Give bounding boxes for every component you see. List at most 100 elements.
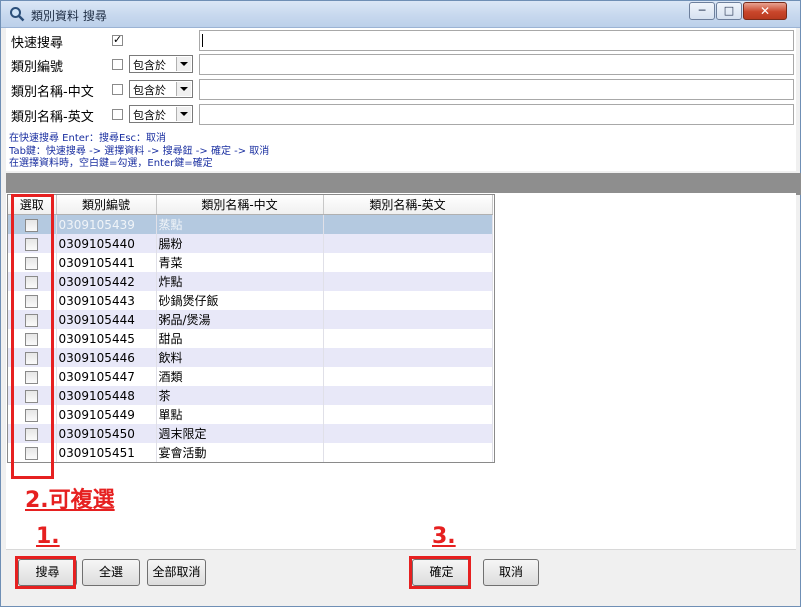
row-name-zh-cell: 茶 bbox=[156, 386, 324, 405]
window-title: 類別資料 搜尋 bbox=[31, 9, 107, 23]
row-name-zh-cell: 青菜 bbox=[156, 253, 324, 272]
quick-search-checkbox[interactable] bbox=[112, 33, 123, 46]
row-name-zh-cell: 飲料 bbox=[156, 348, 324, 367]
annotation-box-ok-button bbox=[409, 556, 471, 589]
row-name-en-cell bbox=[323, 348, 493, 367]
search-row-code: 類別編號 包含於 bbox=[6, 53, 796, 77]
row-name-en-cell bbox=[323, 253, 493, 272]
title-bar[interactable]: 類別資料 搜尋 ─ □ ✕ bbox=[1, 1, 800, 28]
cancel-button[interactable]: 取消 bbox=[483, 559, 539, 586]
row-name-zh-cell: 週末限定 bbox=[156, 424, 324, 443]
magnifier-icon bbox=[10, 7, 25, 22]
code-operator-value: 包含於 bbox=[133, 59, 166, 72]
quick-search-label: 快速搜尋 bbox=[11, 36, 64, 51]
row-code-cell: 0309105449 bbox=[56, 405, 157, 424]
table-row[interactable]: 0309105439 蒸點 bbox=[8, 214, 493, 234]
name-en-input[interactable] bbox=[199, 104, 794, 125]
table-row[interactable]: 0309105446 飲料 bbox=[8, 348, 493, 367]
minimize-icon: ─ bbox=[698, 4, 706, 17]
row-name-zh-cell: 單點 bbox=[156, 405, 324, 424]
row-code-cell: 0309105447 bbox=[56, 367, 157, 386]
row-code-cell: 0309105443 bbox=[56, 291, 157, 310]
row-name-en-cell bbox=[323, 386, 493, 405]
dropdown-arrow-icon[interactable] bbox=[176, 57, 191, 71]
table-row[interactable]: 0309105448 茶 bbox=[8, 386, 493, 405]
row-code-cell: 0309105446 bbox=[56, 348, 157, 367]
row-name-zh-cell: 炸點 bbox=[156, 272, 324, 291]
code-operator-select[interactable]: 包含於 bbox=[129, 55, 193, 73]
table-row[interactable]: 0309105451 宴會活動 bbox=[8, 443, 493, 462]
name-zh-label: 類別名稱-中文 bbox=[11, 85, 94, 100]
hint-line: 在選擇資料時，空白鍵=勾選，Enter鍵=確定 bbox=[9, 158, 213, 169]
annotation-step3: 3. bbox=[432, 524, 456, 549]
deselect-all-button[interactable]: 全部取消 bbox=[147, 559, 206, 586]
name-en-checkbox[interactable] bbox=[112, 109, 123, 120]
maximize-icon: □ bbox=[723, 4, 735, 17]
results-grid: 選取 類別編號 類別名稱-中文 類別名稱-英文 0309105439 蒸點 0309… bbox=[7, 194, 495, 463]
row-code-cell: 0309105442 bbox=[56, 272, 157, 291]
maximize-button[interactable]: □ bbox=[716, 2, 742, 20]
table-row[interactable]: 0309105447 酒類 bbox=[8, 367, 493, 386]
row-name-en-cell bbox=[323, 272, 493, 291]
search-row-name-zh: 類別名稱-中文 包含於 bbox=[6, 78, 796, 102]
column-header-name-en[interactable]: 類別名稱-英文 bbox=[323, 195, 493, 215]
select-all-button[interactable]: 全選 bbox=[82, 559, 140, 586]
text-cursor bbox=[202, 34, 203, 47]
close-button[interactable]: ✕ bbox=[743, 2, 787, 20]
row-code-cell: 0309105445 bbox=[56, 329, 157, 348]
grid-header-row: 選取 類別編號 類別名稱-中文 類別名稱-英文 bbox=[8, 195, 493, 215]
grid-toolbar-strip bbox=[6, 173, 796, 193]
row-name-en-cell bbox=[323, 214, 493, 234]
table-row[interactable]: 0309105445 甜品 bbox=[8, 329, 493, 348]
results-table: 選取 類別編號 類別名稱-中文 類別名稱-英文 0309105439 蒸點 0309… bbox=[8, 195, 493, 462]
table-row[interactable]: 0309105440 腸粉 bbox=[8, 234, 493, 253]
row-code-cell: 0309105441 bbox=[56, 253, 157, 272]
table-row[interactable]: 0309105450 週末限定 bbox=[8, 424, 493, 443]
code-label: 類別編號 bbox=[11, 60, 64, 75]
table-row[interactable]: 0309105441 青菜 bbox=[8, 253, 493, 272]
table-row[interactable]: 0309105449 單點 bbox=[8, 405, 493, 424]
row-name-zh-cell: 腸粉 bbox=[156, 234, 324, 253]
annotation-step2: 2.可複選 bbox=[25, 488, 115, 513]
row-code-cell: 0309105444 bbox=[56, 310, 157, 329]
button-bar: 搜尋 全選 全部取消 確定 取消 bbox=[6, 549, 796, 604]
scrollbar-edge bbox=[796, 173, 801, 195]
row-name-zh-cell: 甜品 bbox=[156, 329, 324, 348]
row-name-en-cell bbox=[323, 443, 493, 462]
annotation-box-search-button bbox=[15, 556, 76, 589]
row-name-en-cell bbox=[323, 291, 493, 310]
code-checkbox[interactable] bbox=[112, 59, 123, 70]
row-code-cell: 0309105439 bbox=[56, 214, 157, 234]
row-name-zh-cell: 砂鍋煲仔飯 bbox=[156, 291, 324, 310]
row-name-zh-cell: 蒸點 bbox=[156, 214, 324, 234]
row-code-cell: 0309105440 bbox=[56, 234, 157, 253]
row-name-zh-cell: 粥品/煲湯 bbox=[156, 310, 324, 329]
dropdown-arrow-icon[interactable] bbox=[176, 107, 191, 121]
column-header-name-zh[interactable]: 類別名稱-中文 bbox=[156, 195, 324, 215]
table-row[interactable]: 0309105444 粥品/煲湯 bbox=[8, 310, 493, 329]
name-zh-operator-select[interactable]: 包含於 bbox=[129, 80, 193, 98]
row-name-en-cell bbox=[323, 367, 493, 386]
row-name-en-cell bbox=[323, 329, 493, 348]
row-name-en-cell bbox=[323, 405, 493, 424]
code-input[interactable] bbox=[199, 54, 794, 75]
table-row[interactable]: 0309105443 砂鍋煲仔飯 bbox=[8, 291, 493, 310]
name-zh-operator-value: 包含於 bbox=[133, 84, 166, 97]
name-zh-checkbox[interactable] bbox=[112, 84, 123, 95]
dropdown-arrow-icon[interactable] bbox=[176, 82, 191, 96]
name-zh-input[interactable] bbox=[199, 79, 794, 100]
close-icon: ✕ bbox=[759, 4, 771, 18]
quick-search-input[interactable] bbox=[199, 30, 794, 51]
name-en-operator-select[interactable]: 包含於 bbox=[129, 105, 193, 123]
row-code-cell: 0309105451 bbox=[56, 443, 157, 462]
name-en-operator-value: 包含於 bbox=[133, 109, 166, 122]
dialog-window: 類別資料 搜尋 ─ □ ✕ 快速搜尋 類別編號 包含於 類別名稱-中文 包含於 bbox=[0, 0, 801, 607]
column-header-code[interactable]: 類別編號 bbox=[56, 195, 157, 215]
minimize-button[interactable]: ─ bbox=[689, 2, 715, 20]
row-name-en-cell bbox=[323, 424, 493, 443]
table-row[interactable]: 0309105442 炸點 bbox=[8, 272, 493, 291]
name-en-label: 類別名稱-英文 bbox=[11, 110, 94, 125]
row-name-zh-cell: 宴會活動 bbox=[156, 443, 324, 462]
search-panel: 快速搜尋 類別編號 包含於 類別名稱-中文 包含於 類別名稱-英文 bbox=[6, 28, 796, 171]
annotation-box-select-column bbox=[11, 194, 54, 479]
